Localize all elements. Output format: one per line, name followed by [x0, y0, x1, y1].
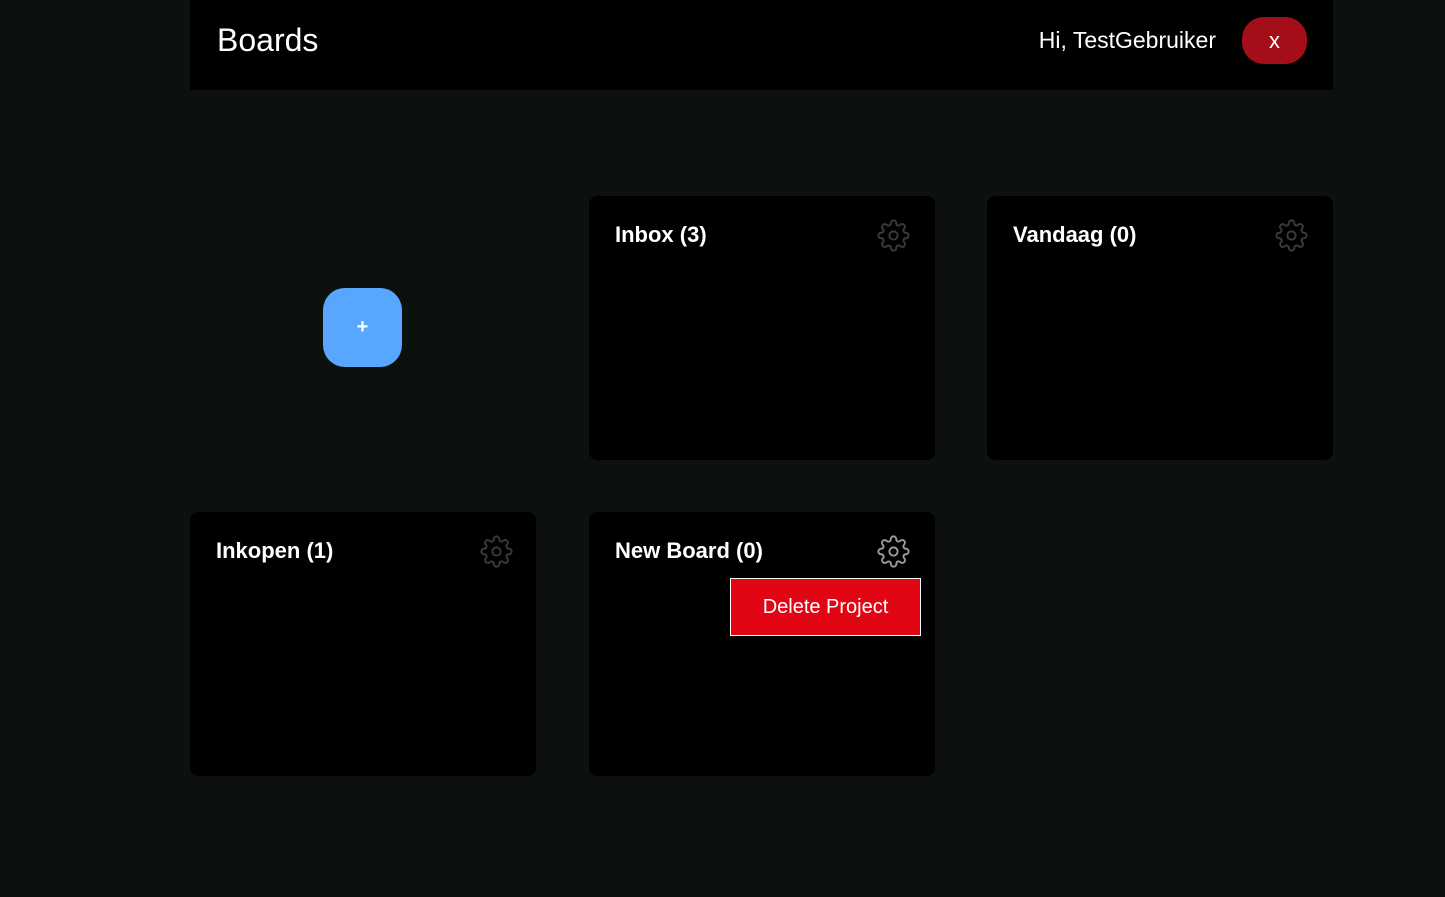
page-title: Boards [217, 22, 319, 58]
user-greeting: Hi, TestGebruiker [1038, 27, 1216, 53]
board-card-inbox[interactable]: Inbox (3) [589, 196, 935, 460]
board-card-vandaag[interactable]: Vandaag (0) [987, 196, 1333, 460]
board-title: Vandaag (0) [1013, 222, 1137, 247]
add-board-button[interactable]: + [323, 288, 402, 367]
gear-icon[interactable] [877, 219, 910, 252]
board-title: New Board (0) [615, 538, 763, 563]
board-title: Inkopen (1) [216, 538, 334, 563]
logout-button[interactable]: x [1242, 17, 1307, 64]
top-bar: Boards Hi, TestGebruiker x [190, 0, 1333, 90]
board-card-new-board[interactable]: New Board (0) Delete Project [589, 512, 935, 776]
delete-project-button[interactable]: Delete Project [730, 578, 921, 636]
gear-icon[interactable] [480, 535, 513, 568]
gear-icon[interactable] [877, 535, 910, 568]
gear-icon[interactable] [1275, 219, 1308, 252]
board-card-inkopen[interactable]: Inkopen (1) [190, 512, 536, 776]
board-title: Inbox (3) [615, 222, 707, 247]
